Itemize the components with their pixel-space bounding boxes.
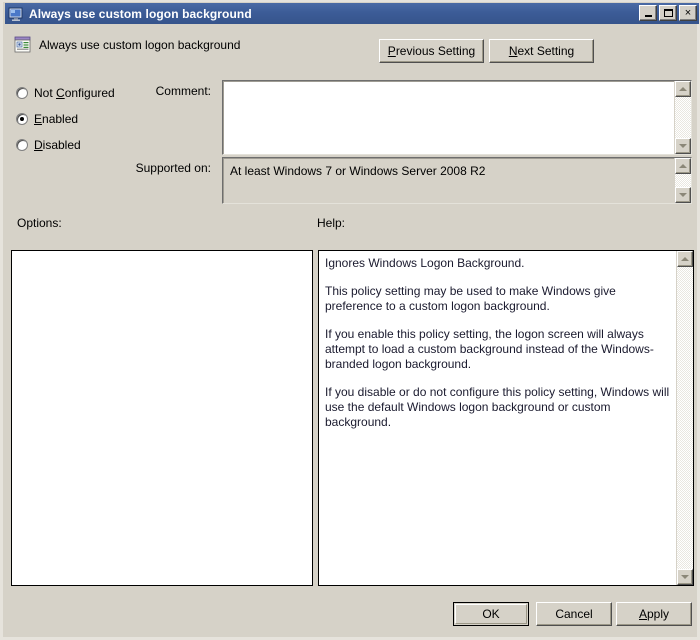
help-label: Help: (317, 216, 345, 230)
policy-title: Always use custom logon background (39, 38, 240, 52)
comment-label: Comment: (101, 84, 211, 98)
supported-on-scrollbar[interactable] (674, 158, 691, 203)
window-title: Always use custom logon background (29, 7, 252, 21)
supported-scroll-up-icon[interactable] (675, 158, 691, 174)
comment-input[interactable] (222, 80, 692, 155)
radio-disabled-label-post: isabled (43, 138, 81, 152)
apply-button-label: pply (647, 607, 669, 621)
comment-scrollbar[interactable] (674, 81, 691, 154)
help-paragraph: If you disable or do not configure this … (325, 385, 671, 430)
maximize-button[interactable] (659, 5, 677, 21)
supported-on-label: Supported on: (101, 161, 211, 175)
policy-setting-icon (14, 36, 32, 54)
radio-not-configured-label-pre: Not (34, 86, 56, 100)
options-label: Options: (17, 216, 62, 230)
previous-setting-accel: P (388, 44, 396, 58)
help-paragraph: If you enable this policy setting, the l… (325, 327, 671, 372)
help-panel[interactable]: Ignores Windows Logon Background. This p… (318, 250, 694, 586)
next-setting-button[interactable]: Next Setting (489, 39, 594, 63)
minimize-button[interactable] (639, 5, 657, 21)
help-scroll-down-icon[interactable] (677, 569, 693, 585)
apply-button-accel: A (639, 607, 647, 621)
supported-scroll-down-icon[interactable] (675, 187, 691, 203)
supported-on-value: At least Windows 7 or Windows Server 200… (230, 164, 485, 178)
supported-on-field[interactable]: At least Windows 7 or Windows Server 200… (222, 157, 692, 204)
close-button[interactable]: × (679, 5, 697, 21)
help-text: Ignores Windows Logon Background. This p… (325, 256, 671, 430)
cancel-button[interactable]: Cancel (536, 602, 612, 626)
radio-enabled[interactable]: Enabled (16, 108, 136, 129)
radio-enabled-accel: E (34, 112, 42, 126)
next-setting-label: ext Setting (517, 44, 574, 58)
radio-disabled-indicator[interactable] (16, 139, 28, 151)
radio-not-configured-accel: C (56, 86, 65, 100)
previous-setting-button[interactable]: Previous Setting (379, 39, 484, 63)
monitor-icon (8, 6, 24, 22)
radio-enabled-label-post: nabled (42, 112, 78, 126)
radio-disabled-accel: D (34, 138, 43, 152)
help-scrollbar[interactable] (676, 251, 693, 585)
ok-button[interactable]: OK (453, 602, 529, 626)
apply-button[interactable]: Apply (616, 602, 692, 626)
cancel-button-label: Cancel (555, 607, 592, 621)
options-content (12, 251, 312, 263)
help-paragraph: Ignores Windows Logon Background. (325, 256, 671, 271)
ok-button-label: OK (482, 607, 499, 621)
radio-disabled[interactable]: Disabled (16, 134, 136, 155)
help-paragraph: This policy setting may be used to make … (325, 284, 671, 314)
policy-setting-dialog: Always use custom logon background × (0, 0, 700, 640)
options-panel[interactable] (11, 250, 313, 586)
radio-not-configured-indicator[interactable] (16, 87, 28, 99)
radio-enabled-indicator[interactable] (16, 113, 28, 125)
previous-setting-label: revious Setting (396, 44, 475, 58)
help-scroll-up-icon[interactable] (677, 251, 693, 267)
comment-scroll-up-icon[interactable] (675, 81, 691, 97)
title-bar[interactable]: Always use custom logon background × (5, 3, 699, 24)
window-controls: × (639, 5, 697, 21)
comment-scroll-down-icon[interactable] (675, 138, 691, 154)
close-icon: × (680, 6, 696, 20)
